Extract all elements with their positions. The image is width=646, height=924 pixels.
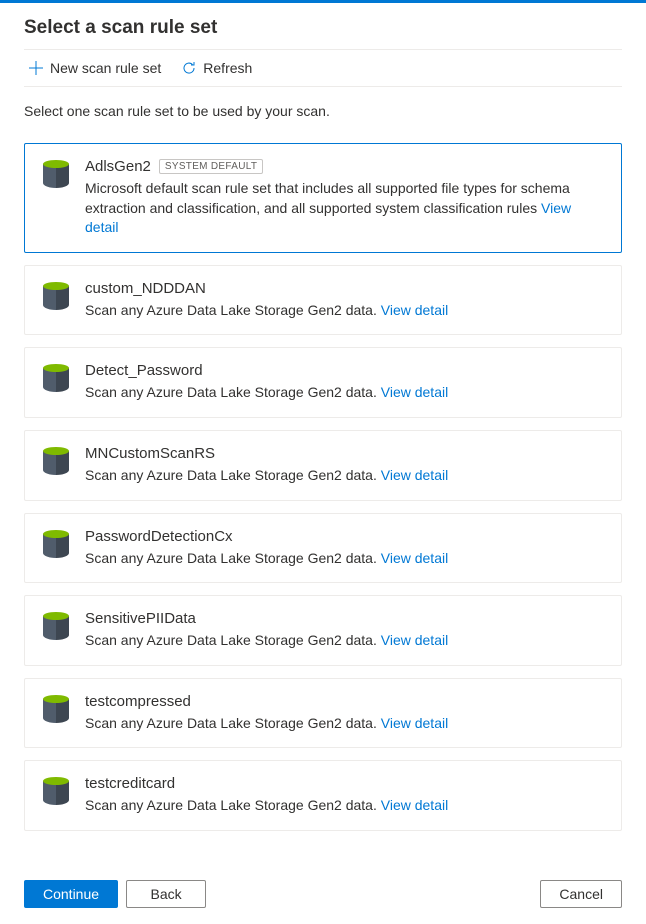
plus-icon <box>28 60 44 76</box>
storage-icon <box>43 282 69 314</box>
view-detail-link[interactable]: View detail <box>381 467 448 483</box>
rule-set-card[interactable]: AdlsGen2 SYSTEM DEFAULT Microsoft default … <box>24 143 622 253</box>
header: Select a scan rule set <box>0 3 646 49</box>
rule-set-name: AdlsGen2 <box>85 158 151 175</box>
rule-set-card[interactable]: testcreditcard Scan any Azure Data Lake S… <box>24 760 622 831</box>
rule-set-card[interactable]: custom_NDDDAN Scan any Azure Data Lake St… <box>24 265 622 336</box>
cancel-button[interactable]: Cancel <box>540 880 622 908</box>
refresh-button[interactable]: Refresh <box>181 60 252 76</box>
rule-set-description: Microsoft default scan rule set that inc… <box>85 179 603 238</box>
view-detail-link[interactable]: View detail <box>381 302 448 318</box>
rule-set-card[interactable]: PasswordDetectionCx Scan any Azure Data L… <box>24 513 622 584</box>
card-body: testcreditcard Scan any Azure Data Lake S… <box>85 775 603 816</box>
rule-set-name: SensitivePIIData <box>85 610 196 627</box>
storage-icon <box>43 447 69 479</box>
view-detail-link[interactable]: View detail <box>381 632 448 648</box>
back-button[interactable]: Back <box>126 880 206 908</box>
card-body: Detect_Password Scan any Azure Data Lake … <box>85 362 603 403</box>
card-body: AdlsGen2 SYSTEM DEFAULT Microsoft default … <box>85 158 603 238</box>
rule-set-name: testcompressed <box>85 693 191 710</box>
rule-set-card[interactable]: testcompressed Scan any Azure Data Lake S… <box>24 678 622 749</box>
view-detail-link[interactable]: View detail <box>381 715 448 731</box>
view-detail-link[interactable]: View detail <box>381 384 448 400</box>
rule-set-description: Scan any Azure Data Lake Storage Gen2 da… <box>85 631 603 651</box>
storage-icon <box>43 364 69 396</box>
card-body: testcompressed Scan any Azure Data Lake S… <box>85 693 603 734</box>
rule-set-description: Scan any Azure Data Lake Storage Gen2 da… <box>85 383 603 403</box>
footer: Continue Back Cancel <box>0 868 646 924</box>
card-body: custom_NDDDAN Scan any Azure Data Lake St… <box>85 280 603 321</box>
rule-set-description: Scan any Azure Data Lake Storage Gen2 da… <box>85 549 603 569</box>
storage-icon <box>43 530 69 562</box>
storage-icon <box>43 695 69 727</box>
refresh-icon <box>181 60 197 76</box>
rule-set-name: PasswordDetectionCx <box>85 528 233 545</box>
rule-set-name: testcreditcard <box>85 775 175 792</box>
view-detail-link[interactable]: View detail <box>381 797 448 813</box>
refresh-label: Refresh <box>203 60 252 76</box>
rule-set-name: custom_NDDDAN <box>85 280 206 297</box>
rule-set-name: Detect_Password <box>85 362 203 379</box>
card-body: SensitivePIIData Scan any Azure Data Lake… <box>85 610 603 651</box>
rule-set-description: Scan any Azure Data Lake Storage Gen2 da… <box>85 466 603 486</box>
card-body: PasswordDetectionCx Scan any Azure Data L… <box>85 528 603 569</box>
system-default-badge: SYSTEM DEFAULT <box>159 159 263 174</box>
new-scan-rule-set-button[interactable]: New scan rule set <box>28 60 161 76</box>
toolbar: New scan rule set Refresh <box>24 49 622 87</box>
view-detail-link[interactable]: View detail <box>381 550 448 566</box>
page-title: Select a scan rule set <box>24 17 622 39</box>
rule-set-description: Scan any Azure Data Lake Storage Gen2 da… <box>85 301 603 321</box>
content-area: Select one scan rule set to be used by y… <box>0 87 646 868</box>
rule-set-card[interactable]: MNCustomScanRS Scan any Azure Data Lake S… <box>24 430 622 501</box>
continue-button[interactable]: Continue <box>24 880 118 908</box>
instruction-text: Select one scan rule set to be used by y… <box>24 103 622 119</box>
rule-set-card[interactable]: SensitivePIIData Scan any Azure Data Lake… <box>24 595 622 666</box>
storage-icon <box>43 612 69 644</box>
storage-icon <box>43 777 69 809</box>
rule-set-description: Scan any Azure Data Lake Storage Gen2 da… <box>85 714 603 734</box>
new-label: New scan rule set <box>50 60 161 76</box>
rule-set-card[interactable]: Detect_Password Scan any Azure Data Lake … <box>24 347 622 418</box>
rule-set-list: AdlsGen2 SYSTEM DEFAULT Microsoft default … <box>24 143 622 831</box>
storage-icon <box>43 160 69 192</box>
card-body: MNCustomScanRS Scan any Azure Data Lake S… <box>85 445 603 486</box>
rule-set-name: MNCustomScanRS <box>85 445 215 462</box>
rule-set-description: Scan any Azure Data Lake Storage Gen2 da… <box>85 796 603 816</box>
